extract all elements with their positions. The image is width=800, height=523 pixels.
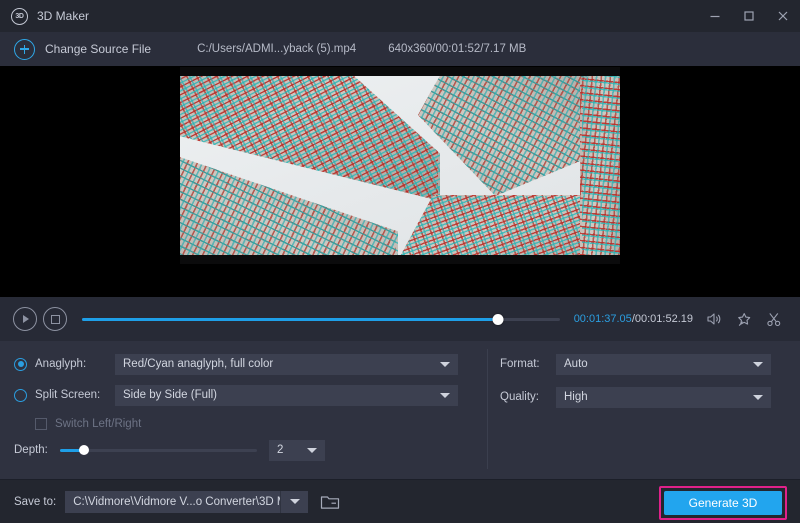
depth-slider[interactable]: [60, 442, 257, 458]
chevron-down-icon: [440, 393, 450, 398]
minimize-icon[interactable]: [698, 0, 732, 32]
format-select[interactable]: Auto: [556, 354, 771, 375]
anaglyph-radio[interactable]: [14, 358, 27, 371]
switch-lr-row: Switch Left/Right: [14, 413, 484, 435]
current-time: 00:01:37.05: [574, 313, 632, 325]
change-source-file-button[interactable]: Change Source File: [45, 42, 151, 56]
anaglyph-row: Anaglyph: Red/Cyan anaglyph, full color: [14, 351, 484, 377]
folder-icon[interactable]: [318, 491, 342, 512]
anaglyph-select-value: Red/Cyan anaglyph, full color: [123, 358, 273, 370]
depth-row: Depth: 2: [14, 438, 484, 462]
vertical-divider: [487, 349, 488, 469]
snapshot-icon[interactable]: [731, 306, 757, 332]
quality-select[interactable]: High: [556, 387, 771, 408]
generate-3d-highlight: Generate 3D: [659, 486, 787, 520]
bottom-bar: Save to: C:\Vidmore\Vidmore V...o Conver…: [0, 479, 800, 523]
split-screen-row: Split Screen: Side by Side (Full): [14, 382, 484, 408]
source-bar: Change Source File C:/Users/ADMI...yback…: [0, 32, 800, 66]
quality-row: Quality: High: [500, 384, 784, 410]
split-screen-select[interactable]: Side by Side (Full): [115, 385, 458, 406]
anaglyph-select[interactable]: Red/Cyan anaglyph, full color: [115, 354, 458, 375]
app-window: 3D 3D Maker Change Source File C:/Users/…: [0, 0, 800, 523]
quality-label: Quality:: [500, 391, 556, 403]
stop-icon[interactable]: [43, 307, 67, 331]
settings-left-column: Anaglyph: Red/Cyan anaglyph, full color …: [0, 351, 484, 479]
format-row: Format: Auto: [500, 351, 784, 377]
volume-icon[interactable]: [701, 306, 727, 332]
close-icon[interactable]: [766, 0, 800, 32]
split-screen-select-value: Side by Side (Full): [123, 389, 217, 401]
building-right-edge: [580, 67, 620, 263]
chevron-down-icon: [753, 362, 763, 367]
quality-select-value: High: [564, 391, 588, 403]
chevron-down-icon: [753, 395, 763, 400]
chevron-down-icon: [290, 499, 300, 504]
switch-left-right-checkbox: [35, 418, 47, 430]
depth-label: Depth:: [14, 444, 54, 456]
play-icon[interactable]: [13, 307, 37, 331]
title-bar: 3D 3D Maker: [0, 0, 800, 32]
save-path-input[interactable]: C:\Vidmore\Vidmore V...o Converter\3D Ma…: [65, 491, 280, 513]
maximize-icon[interactable]: [732, 0, 766, 32]
switch-left-right-label: Switch Left/Right: [55, 418, 141, 430]
depth-handle[interactable]: [79, 445, 89, 455]
depth-select-value: 2: [277, 444, 283, 456]
window-controls: [698, 0, 800, 32]
save-to-label: Save to:: [14, 496, 56, 508]
add-plus-icon[interactable]: [14, 39, 35, 60]
total-time: 00:01:52.19: [635, 313, 693, 325]
chevron-down-icon: [440, 362, 450, 367]
settings-right-column: Format: Auto Quality: High: [484, 351, 800, 479]
letterbox-top: [180, 67, 620, 76]
generate-3d-button[interactable]: Generate 3D: [664, 491, 782, 515]
depth-select[interactable]: 2: [269, 440, 325, 461]
playback-controls: 00:01:37.05/00:01:52.19: [0, 297, 800, 341]
time-readout: 00:01:37.05/00:01:52.19: [574, 313, 693, 325]
split-screen-radio[interactable]: [14, 389, 27, 402]
source-file-meta: 640x360/00:01:52/7.17 MB: [388, 43, 526, 55]
video-preview-area[interactable]: [0, 66, 800, 297]
window-title: 3D Maker: [37, 9, 89, 23]
save-path-dropdown[interactable]: [280, 491, 308, 513]
letterbox-bottom: [180, 255, 620, 264]
seek-handle[interactable]: [492, 314, 503, 325]
seek-bar[interactable]: [82, 308, 560, 330]
scissors-icon[interactable]: [761, 306, 787, 332]
chevron-down-icon: [307, 448, 317, 453]
format-select-value: Auto: [564, 358, 588, 370]
anaglyph-label: Anaglyph:: [35, 358, 113, 370]
split-screen-label: Split Screen:: [35, 389, 113, 401]
video-frame: [180, 67, 620, 264]
source-file-path: C:/Users/ADMI...yback (5).mp4: [197, 43, 356, 55]
settings-panel: Anaglyph: Red/Cyan anaglyph, full color …: [0, 341, 800, 479]
seek-fill: [82, 318, 498, 321]
app-logo-icon: 3D: [11, 8, 28, 25]
depth-track: [60, 449, 257, 452]
format-label: Format:: [500, 358, 556, 370]
